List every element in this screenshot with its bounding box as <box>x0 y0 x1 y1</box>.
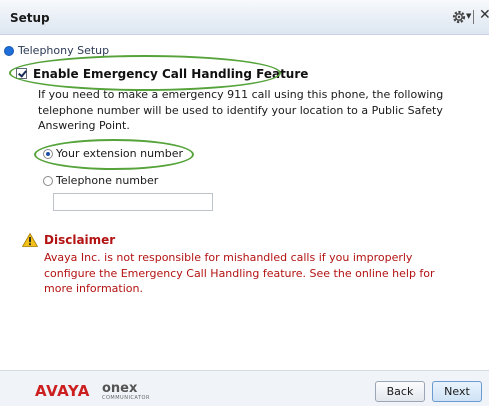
telephone-radio[interactable] <box>43 176 53 186</box>
extension-radio[interactable] <box>43 149 53 159</box>
titlebar-divider <box>473 10 474 24</box>
avaya-logo: AVAYA onex COMMUNICATOR <box>35 381 155 406</box>
disclaimer-line: configure the Emergency Call Handling fe… <box>44 266 435 280</box>
title-bar: Setup ▼ ✕ <box>0 0 489 35</box>
chevron-down-icon[interactable]: ▼ <box>466 12 471 20</box>
radio-bullet-icon <box>4 46 14 56</box>
telephone-number-input[interactable] <box>53 193 213 211</box>
disclaimer-line: more information. <box>44 282 143 295</box>
back-button[interactable]: Back <box>375 381 425 402</box>
description-line: If you need to make a emergency 911 call… <box>38 88 444 101</box>
logo-product: onex <box>102 381 138 396</box>
window-title: Setup <box>10 11 50 25</box>
disclaimer-text: Avaya Inc. is not responsible for mishan… <box>44 250 464 297</box>
logo-brand: AVAYA <box>35 382 90 400</box>
enable-emergency-label[interactable]: Enable Emergency Call Handling Feature <box>33 67 308 81</box>
warning-icon <box>22 233 38 247</box>
disclaimer-line: Avaya Inc. is not responsible for mishan… <box>44 251 413 264</box>
section-label: Telephony Setup <box>18 44 110 57</box>
enable-emergency-checkbox[interactable] <box>16 68 27 79</box>
setup-window: Setup ▼ ✕ Telephony Setup Enable Emergen… <box>0 0 489 406</box>
description-line: Answering Point. <box>38 119 130 132</box>
disclaimer-title: Disclaimer <box>44 233 116 247</box>
next-button[interactable]: Next <box>432 381 482 402</box>
extension-label[interactable]: Your extension number <box>56 147 183 160</box>
close-icon[interactable]: ✕ <box>479 7 489 23</box>
description-line: telephone number will be used to identif… <box>38 103 443 117</box>
logo-sub: COMMUNICATOR <box>102 395 150 401</box>
telephone-label[interactable]: Telephone number <box>56 174 158 187</box>
gear-icon[interactable] <box>451 9 467 25</box>
emergency-description: If you need to make a emergency 911 call… <box>38 87 458 134</box>
